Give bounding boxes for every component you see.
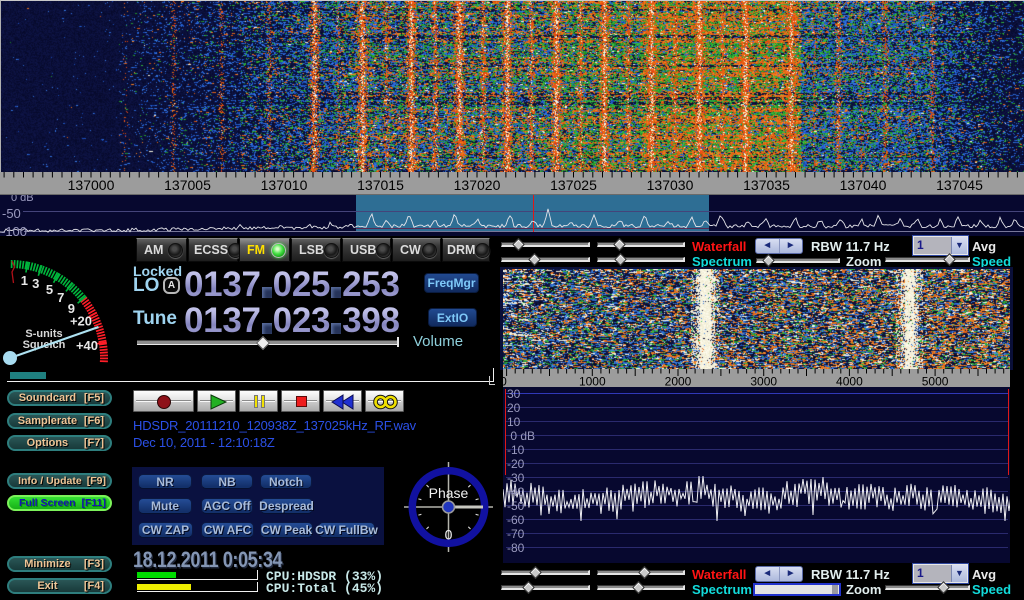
svg-text:137030: 137030: [647, 177, 694, 193]
svg-text:7: 7: [57, 290, 64, 305]
svg-text:3: 3: [32, 276, 39, 291]
svg-text:0: 0: [445, 527, 453, 543]
svg-text:137025: 137025: [550, 177, 597, 193]
svg-text:2000: 2000: [665, 375, 692, 388]
svg-text:137045: 137045: [936, 177, 983, 193]
svg-text:137015: 137015: [357, 177, 404, 193]
svg-text:+20: +20: [70, 314, 92, 329]
svg-text:3000: 3000: [750, 375, 777, 388]
svg-text:0: 0: [503, 375, 507, 388]
svg-text:4000: 4000: [836, 375, 863, 388]
svg-text:137020: 137020: [454, 177, 501, 193]
svg-text:137040: 137040: [840, 177, 887, 193]
svg-text:5000: 5000: [922, 375, 949, 388]
svg-text:Phase: Phase: [429, 485, 469, 501]
svg-text:137010: 137010: [261, 177, 308, 193]
svg-text:137005: 137005: [164, 177, 211, 193]
svg-text:5: 5: [46, 282, 53, 297]
svg-text:1: 1: [21, 273, 28, 288]
svg-text:137000: 137000: [68, 177, 115, 193]
svg-text:+40: +40: [76, 338, 98, 353]
svg-text:1000: 1000: [579, 375, 606, 388]
svg-text:137035: 137035: [743, 177, 790, 193]
